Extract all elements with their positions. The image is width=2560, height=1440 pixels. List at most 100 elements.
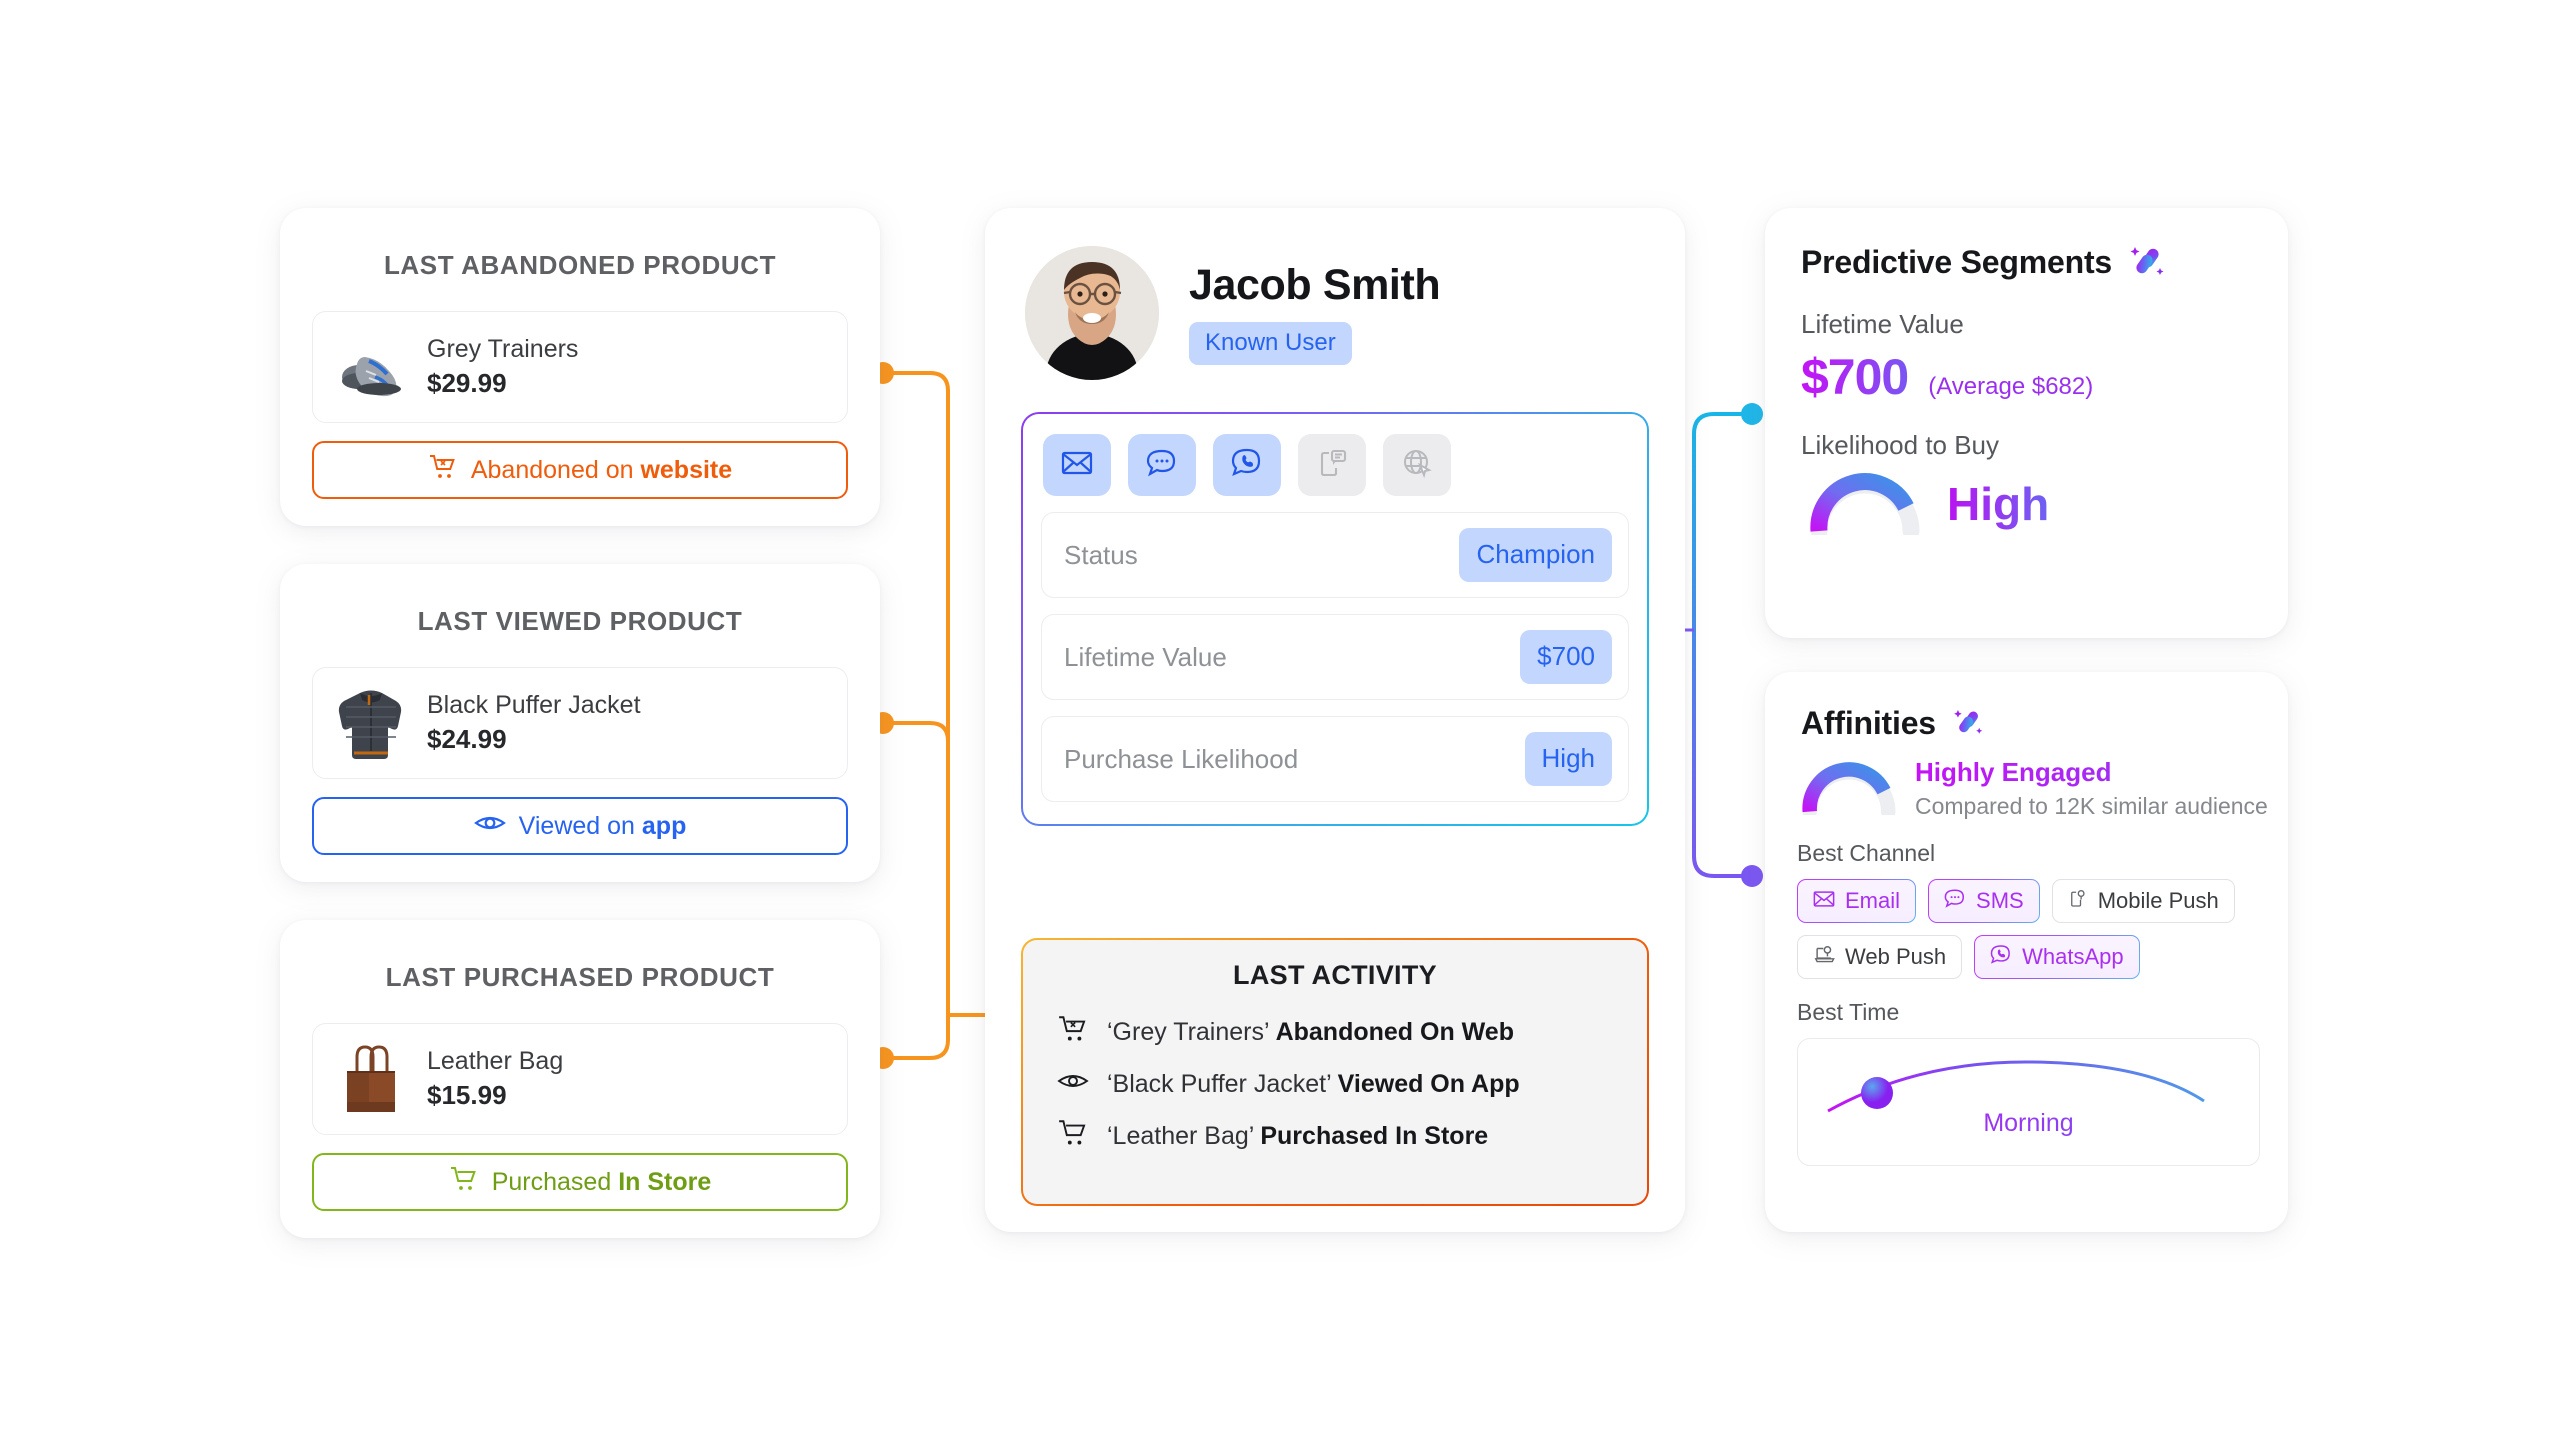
- chip-label: Mobile Push: [2097, 888, 2219, 913]
- activity-item: ‘Leather Bag’ Purchased In Store: [1023, 1109, 1647, 1164]
- ai-sparkle-icon: [1952, 704, 1986, 743]
- compared-audience-label: Compared to 12K similar audience: [1915, 793, 2268, 819]
- channels-and-stats-panel: Status Champion Lifetime Value $700 Purc…: [1021, 412, 1649, 826]
- page-title: Jacob Smith: [1189, 261, 1441, 309]
- channel-whatsapp[interactable]: [1213, 434, 1281, 496]
- product-name: Leather Bag: [427, 1046, 564, 1075]
- product-price: $29.99: [427, 368, 507, 399]
- card-header: Affinities: [1765, 672, 2288, 743]
- cart-icon: [1057, 1118, 1089, 1155]
- avatar: [1025, 246, 1159, 380]
- connector-dot: [1741, 403, 1763, 425]
- ai-sparkle-icon: [2128, 240, 2168, 285]
- eye-icon: [1057, 1069, 1089, 1100]
- channel-sms[interactable]: [1128, 434, 1196, 496]
- chip-email[interactable]: Email: [1797, 879, 1916, 923]
- envelope-icon: [1061, 450, 1093, 481]
- ltv-row: $700 (Average $682): [1765, 348, 2288, 406]
- card-title: LAST VIEWED PRODUCT: [417, 606, 743, 636]
- product-name: Black Puffer Jacket: [427, 690, 641, 719]
- product-row: Black Puffer Jacket $24.99: [312, 667, 848, 779]
- trainers-thumbnail: [333, 324, 409, 410]
- product-name: Grey Trainers: [427, 334, 579, 363]
- channel-mobile-push[interactable]: [1298, 434, 1366, 496]
- cart-x-icon: [1057, 1014, 1089, 1051]
- best-time-chart: Morning: [1797, 1038, 2260, 1166]
- bag-thumbnail: [333, 1036, 409, 1122]
- chip-label: Web Push: [1845, 944, 1947, 969]
- whatsapp-icon: [1231, 447, 1263, 483]
- stat-label: Purchase Likelihood: [1064, 743, 1299, 774]
- pill-text: Purchased In Store: [491, 1167, 712, 1196]
- envelope-icon: [1813, 888, 1835, 914]
- engagement-gauge: [1797, 757, 1901, 820]
- chip-mobile-push[interactable]: Mobile Push: [2051, 879, 2235, 923]
- jacket-thumbnail: [333, 680, 409, 766]
- stat-label: Lifetime Value: [1064, 641, 1227, 672]
- purchased-in-store-pill[interactable]: Purchased In Store: [312, 1153, 848, 1211]
- product-price: $15.99: [427, 1080, 507, 1111]
- chip-label: SMS: [1976, 888, 2024, 913]
- activity-text: ‘Grey Trainers’ Abandoned On Web: [1107, 1018, 1514, 1046]
- activity-item: ‘Grey Trainers’ Abandoned On Web: [1023, 1005, 1647, 1060]
- chip-whatsapp[interactable]: WhatsApp: [1974, 935, 2140, 979]
- card-title: LAST PURCHASED PRODUCT: [385, 962, 775, 992]
- best-channel-chips: Email SMS Mobile Push Web Push WhatsApp: [1765, 867, 2288, 979]
- status-badge: Known User: [1189, 322, 1352, 365]
- stat-value: High: [1524, 732, 1612, 786]
- affinities-card: Affinities Highly Engaged Compared to 12…: [1765, 672, 2288, 1232]
- best-time-curve: [1827, 1060, 2205, 1113]
- stat-row-lifetime-value: Lifetime Value $700: [1041, 614, 1629, 700]
- web-push-icon: [1813, 944, 1835, 970]
- channel-email[interactable]: [1043, 434, 1111, 496]
- best-time-label: Best Time: [1797, 999, 1900, 1025]
- product-row: Leather Bag $15.99: [312, 1023, 848, 1135]
- activity-item: ‘Black Puffer Jacket’ Viewed On App: [1023, 1060, 1647, 1109]
- chat-dots-icon: [1146, 448, 1178, 483]
- chip-web-push[interactable]: Web Push: [1797, 935, 1963, 979]
- best-channel-label: Best Channel: [1797, 840, 1936, 866]
- customer-360-canvas: LAST ABANDONED PRODUCT Grey Trainers $29…: [0, 0, 2560, 1440]
- connector-dot: [1741, 865, 1763, 887]
- best-time-value: Morning: [1798, 1109, 2259, 1138]
- ltv-value: $700: [1801, 349, 1909, 405]
- engagement-row: Highly Engaged Compared to 12K similar a…: [1765, 757, 2288, 820]
- abandoned-on-website-pill[interactable]: Abandoned on website: [312, 441, 848, 499]
- last-viewed-product-card: LAST VIEWED PRODUCT Black Puffer Jacket …: [280, 564, 880, 882]
- channel-icon-row: [1041, 434, 1629, 496]
- chip-sms[interactable]: SMS: [1928, 879, 2040, 923]
- viewed-on-app-pill[interactable]: Viewed on app: [312, 797, 848, 855]
- last-abandoned-product-card: LAST ABANDONED PRODUCT Grey Trainers $29…: [280, 208, 880, 526]
- channel-web-push[interactable]: [1383, 434, 1451, 496]
- whatsapp-icon: [1990, 944, 2012, 971]
- pill-text: Abandoned on website: [470, 455, 733, 484]
- ltv-label: Lifetime Value: [1801, 309, 1964, 339]
- activity-title: LAST ACTIVITY: [1233, 960, 1437, 990]
- stat-value: $700: [1520, 630, 1612, 684]
- last-activity-panel: LAST ACTIVITY ‘Grey Trainers’ Abandoned …: [1021, 938, 1649, 1206]
- card-title: Affinities: [1801, 705, 1936, 741]
- card-title: Predictive Segments: [1801, 244, 2112, 280]
- chat-dots-icon: [1944, 888, 1966, 915]
- stat-value: Champion: [1459, 528, 1612, 582]
- eye-icon: [473, 812, 506, 841]
- engagement-label: Highly Engaged: [1915, 757, 2268, 788]
- product-price: $24.99: [427, 724, 507, 755]
- chip-label: Email: [1845, 888, 1901, 913]
- ltv-average: (Average $682): [1928, 373, 2094, 400]
- likelihood-value: High: [1947, 477, 2050, 530]
- likelihood-label: Likelihood to Buy: [1801, 430, 2000, 460]
- stat-row-status: Status Champion: [1041, 512, 1629, 598]
- stat-label: Status: [1064, 539, 1138, 570]
- cart-icon: [449, 1165, 479, 1200]
- activity-text: ‘Leather Bag’ Purchased In Store: [1107, 1122, 1489, 1150]
- likelihood-gauge: [1805, 467, 1925, 540]
- predictive-segments-card: Predictive Segments Lifetime Value $700 …: [1765, 208, 2288, 638]
- globe-cursor-icon: [1401, 448, 1433, 483]
- mobile-push-icon: [1316, 448, 1348, 483]
- activity-text: ‘Black Puffer Jacket’ Viewed On App: [1107, 1070, 1520, 1098]
- likelihood-gauge-row: High: [1765, 467, 2288, 540]
- stat-row-purchase-likelihood: Purchase Likelihood High: [1041, 716, 1629, 802]
- cart-x-icon: [428, 453, 458, 488]
- pill-text: Viewed on app: [518, 811, 687, 840]
